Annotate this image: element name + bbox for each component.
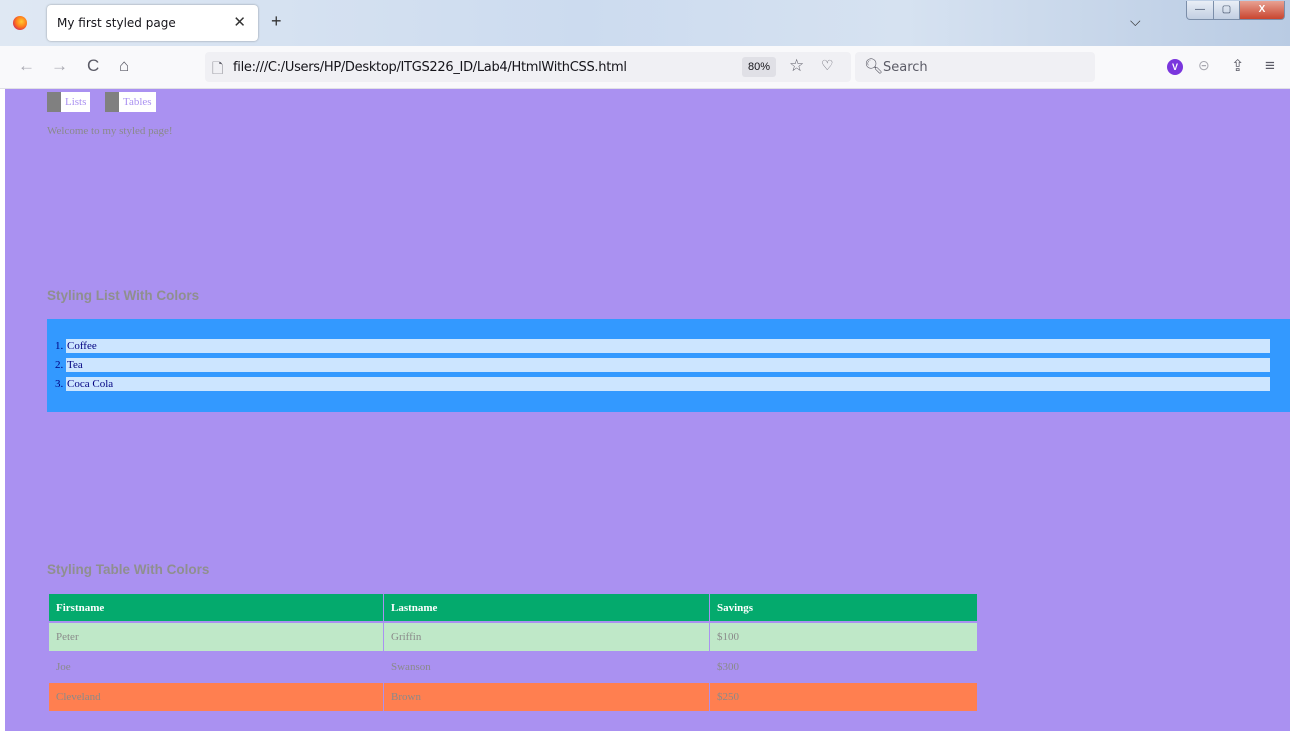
new-tab-icon[interactable]: + [271, 12, 282, 30]
window-close-button[interactable]: X [1239, 1, 1285, 20]
extension-icon[interactable]: V [1167, 59, 1183, 75]
firefox-logo-icon [13, 16, 27, 30]
tab-list-chevron-icon[interactable]: ⌵ [1130, 13, 1141, 30]
nav-link-label[interactable]: Tables [119, 92, 156, 112]
window-minimize-button[interactable]: — [1186, 1, 1214, 20]
column-header-firstname: Firstname [49, 594, 383, 621]
list-item: 1. Coffee [47, 339, 1270, 353]
list-item: 3. Coca Cola [47, 377, 1270, 391]
hamburger-menu-icon[interactable]: ≡ [1265, 56, 1275, 76]
pocket-icon[interactable]: ♡ [821, 57, 834, 74]
list-item-label: Coffee [66, 339, 1270, 353]
table-row: Joe Swanson $300 [49, 651, 977, 681]
reload-icon[interactable]: C [87, 56, 99, 76]
search-input[interactable] [883, 58, 1083, 76]
back-arrow-icon[interactable]: ← [18, 56, 35, 76]
table-cell: $250 [710, 681, 977, 711]
table-row: Cleveland Brown $250 [49, 681, 977, 711]
nav-marker [47, 92, 61, 112]
page-content: Lists Tables Welcome to my styled page! … [5, 89, 1290, 731]
table-cell: Cleveland [49, 681, 383, 711]
browser-toolbar: ← → C ⌂ 🗋 file:///C:/Users/HP/Desktop/IT… [0, 46, 1290, 89]
welcome-text: Welcome to my styled page! [47, 125, 173, 137]
address-bar[interactable]: 🗋 file:///C:/Users/HP/Desktop/ITGS226_ID… [205, 52, 851, 82]
table-section-heading: Styling Table With Colors [47, 562, 210, 577]
tab-title: My first styled page [57, 16, 176, 30]
table-cell: Brown [384, 681, 709, 711]
home-icon[interactable]: ⌂ [119, 56, 129, 76]
nav-link-label[interactable]: Lists [61, 92, 91, 112]
table-cell: $300 [710, 651, 977, 681]
tab-close-icon[interactable]: ✕ [233, 13, 246, 31]
list-item: 2. Tea [47, 358, 1270, 372]
search-bar[interactable]: 🔍︎ [855, 52, 1095, 82]
table-row: Peter Griffin $100 [49, 621, 977, 651]
table-cell: Joe [49, 651, 383, 681]
list-item-number: 2. [55, 359, 64, 371]
list-item-label: Tea [66, 358, 1270, 372]
table-cell: Peter [49, 621, 383, 651]
table-cell: Griffin [384, 621, 709, 651]
table-header-row: Firstname Lastname Savings [49, 594, 977, 621]
extensions-puzzle-icon[interactable]: ⇪ [1231, 56, 1244, 76]
search-icon: 🔍︎ [864, 58, 884, 75]
savings-table: Firstname Lastname Savings Peter Griffin… [48, 594, 978, 711]
table-cell: Swanson [384, 651, 709, 681]
page-icon: 🗋 [212, 60, 224, 76]
bookmark-star-icon[interactable]: ☆ [789, 56, 804, 76]
list-container: 1. Coffee 2. Tea 3. Coca Cola [47, 319, 1290, 412]
list-section-heading: Styling List With Colors [47, 288, 200, 303]
browser-titlebar: My first styled page ✕ + ⌵ — ▢ X [0, 0, 1290, 46]
table-cell: $100 [710, 621, 977, 651]
browser-tab[interactable]: My first styled page ✕ [47, 5, 258, 41]
list-item-number: 1. [55, 340, 64, 352]
url-text[interactable]: file:///C:/Users/HP/Desktop/ITGS226_ID/L… [233, 60, 627, 75]
drink-list: 1. Coffee 2. Tea 3. Coca Cola [47, 339, 1270, 396]
list-item-number: 3. [55, 378, 64, 390]
forward-arrow-icon[interactable]: → [51, 56, 68, 76]
list-item-label: Coca Cola [66, 377, 1270, 391]
nav-marker [105, 92, 119, 112]
window-maximize-button[interactable]: ▢ [1213, 1, 1240, 20]
zoom-level-badge[interactable]: 80% [742, 57, 776, 77]
account-sync-icon[interactable]: ⊝ [1198, 57, 1210, 74]
column-header-savings: Savings [710, 594, 977, 621]
column-header-lastname: Lastname [384, 594, 709, 621]
